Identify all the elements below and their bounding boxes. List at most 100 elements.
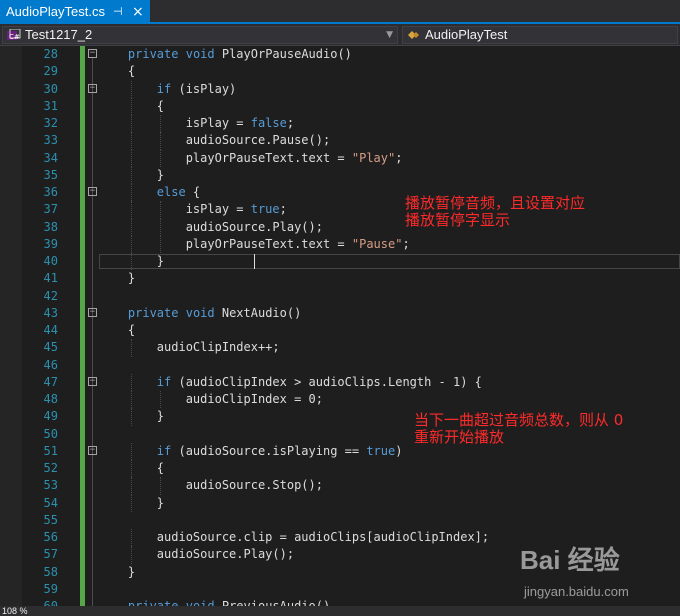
code-text[interactable]: private void PreviousAudio() xyxy=(99,598,330,606)
code-line[interactable]: 47− if (audioClipIndex > audioClips.Leng… xyxy=(0,373,680,391)
annotation-next-audio: 当下一曲超过音频总数，则从 0 重新开始播放 xyxy=(414,412,623,446)
zoom-level[interactable]: 108 % xyxy=(2,606,28,616)
line-number: 56 xyxy=(43,530,58,544)
code-line[interactable]: 45 audioClipIndex++; xyxy=(0,339,680,357)
change-marker xyxy=(80,425,85,443)
navigation-bar: C# Test1217_2 ▼ AudioPlayTest xyxy=(0,24,680,46)
line-number: 40 xyxy=(43,254,58,268)
project-dropdown[interactable]: C# Test1217_2 ▼ xyxy=(2,26,398,44)
code-line[interactable]: 30− if (isPlay) xyxy=(0,80,680,98)
class-name: AudioPlayTest xyxy=(425,27,508,42)
pin-icon[interactable]: ⊣ xyxy=(113,0,123,24)
line-number: 29 xyxy=(43,64,58,79)
project-name: Test1217_2 xyxy=(25,27,93,42)
change-marker xyxy=(80,460,85,478)
code-line[interactable]: 44 { xyxy=(0,322,680,340)
code-line[interactable]: 52 { xyxy=(0,460,680,478)
code-editor[interactable]: 28− private void PlayOrPauseAudio() 29 {3… xyxy=(0,46,680,606)
change-marker xyxy=(80,477,85,495)
change-marker xyxy=(80,80,85,98)
line-number: 54 xyxy=(43,495,58,510)
class-dropdown[interactable]: AudioPlayTest xyxy=(402,26,678,44)
line-number: 37 xyxy=(43,202,58,217)
code-line[interactable]: 35 } xyxy=(0,166,680,184)
close-icon[interactable]: × xyxy=(132,0,144,24)
line-number: 35 xyxy=(43,167,58,182)
change-marker xyxy=(80,97,85,115)
code-text[interactable]: playOrPauseText.text = "Pause"; xyxy=(99,236,410,253)
zoom-bar: 108 % xyxy=(0,606,680,616)
code-text[interactable]: audioSource.Play(); xyxy=(99,546,294,563)
csharp-project-icon: C# xyxy=(7,29,21,41)
code-text[interactable]: audioClipIndex = 0; xyxy=(99,391,323,408)
change-marker xyxy=(80,494,85,512)
code-line[interactable]: 55 xyxy=(0,511,680,529)
code-text[interactable]: { xyxy=(99,460,164,477)
code-line[interactable]: 43− private void NextAudio() xyxy=(0,304,680,322)
code-text[interactable]: { xyxy=(99,98,164,115)
code-text[interactable]: { xyxy=(99,63,135,80)
code-text[interactable]: if (audioClipIndex > audioClips.Length -… xyxy=(99,374,482,391)
code-text[interactable]: } xyxy=(99,253,164,270)
line-number: 50 xyxy=(43,426,58,441)
code-text[interactable]: } xyxy=(99,167,164,184)
change-marker xyxy=(80,529,85,547)
change-marker xyxy=(80,563,85,581)
baidu-logo: Bai 经验 xyxy=(520,545,620,575)
line-number: 31 xyxy=(43,98,58,113)
change-marker xyxy=(80,304,85,322)
watermark: Bai 经验 jingyan.baidu.com xyxy=(520,540,670,610)
code-text[interactable]: audioSource.Pause(); xyxy=(99,132,331,149)
code-line[interactable]: 40 } xyxy=(0,253,680,271)
code-text[interactable]: audioSource.clip = audioClips[audioClipI… xyxy=(99,529,489,546)
line-number: 34 xyxy=(43,150,58,165)
code-text[interactable]: if (audioSource.isPlaying == true) xyxy=(99,443,403,460)
code-line[interactable]: 31 { xyxy=(0,97,680,115)
code-line[interactable]: 53 audioSource.Stop(); xyxy=(0,477,680,495)
code-line[interactable]: 42 xyxy=(0,287,680,305)
change-marker xyxy=(80,442,85,460)
code-text[interactable]: audioSource.Play(); xyxy=(99,219,323,236)
code-text[interactable]: } xyxy=(99,495,164,512)
change-marker xyxy=(80,63,85,81)
code-text[interactable]: audioClipIndex++; xyxy=(99,339,280,356)
code-text[interactable]: } xyxy=(99,564,135,581)
code-text[interactable]: isPlay = false; xyxy=(99,115,294,132)
code-text[interactable]: } xyxy=(99,408,164,425)
code-line[interactable]: 28 − private void PlayOrPauseAudio() xyxy=(0,46,680,64)
code-line[interactable]: 54 } xyxy=(0,494,680,512)
code-line[interactable]: 39 playOrPauseText.text = "Pause"; xyxy=(0,235,680,253)
code-text[interactable]: private void PlayOrPauseAudio() xyxy=(99,46,352,63)
line-number: 36 xyxy=(43,185,58,199)
line-number: 48 xyxy=(43,392,58,406)
code-line[interactable]: 32 isPlay = false; xyxy=(0,115,680,133)
watermark-url: jingyan.baidu.com xyxy=(524,584,629,599)
code-text[interactable]: audioSource.Stop(); xyxy=(99,477,323,494)
code-text[interactable]: playOrPauseText.text = "Play"; xyxy=(99,150,403,167)
code-text[interactable]: if (isPlay) xyxy=(99,81,236,98)
change-marker xyxy=(80,218,85,236)
line-number: 28 xyxy=(43,47,58,61)
tab-audioplaytest[interactable]: AudioPlayTest.cs ⊣ × xyxy=(0,0,150,24)
change-marker xyxy=(80,373,85,391)
code-text[interactable]: } xyxy=(99,270,135,287)
line-number: 60 xyxy=(43,599,58,606)
change-marker xyxy=(80,253,85,271)
line-number: 59 xyxy=(43,581,58,596)
code-text[interactable]: isPlay = true; xyxy=(99,201,287,218)
collapse-icon[interactable]: − xyxy=(88,49,97,58)
code-line[interactable]: 33 audioSource.Pause(); xyxy=(0,132,680,150)
code-text[interactable]: { xyxy=(99,322,135,339)
change-marker xyxy=(80,201,85,219)
code-text[interactable]: private void NextAudio() xyxy=(99,305,301,322)
code-line[interactable]: 46 xyxy=(0,356,680,374)
code-line[interactable]: 41 } xyxy=(0,270,680,288)
document-tab-strip: AudioPlayTest.cs ⊣ × xyxy=(0,0,680,24)
code-text[interactable]: else { xyxy=(99,184,200,201)
code-line[interactable]: 48 audioClipIndex = 0; xyxy=(0,391,680,409)
line-number: 41 xyxy=(43,271,58,286)
change-marker xyxy=(80,408,85,426)
line-number: 38 xyxy=(43,219,58,234)
code-line[interactable]: 34 playOrPauseText.text = "Play"; xyxy=(0,149,680,167)
code-line[interactable]: 29 { xyxy=(0,63,680,81)
